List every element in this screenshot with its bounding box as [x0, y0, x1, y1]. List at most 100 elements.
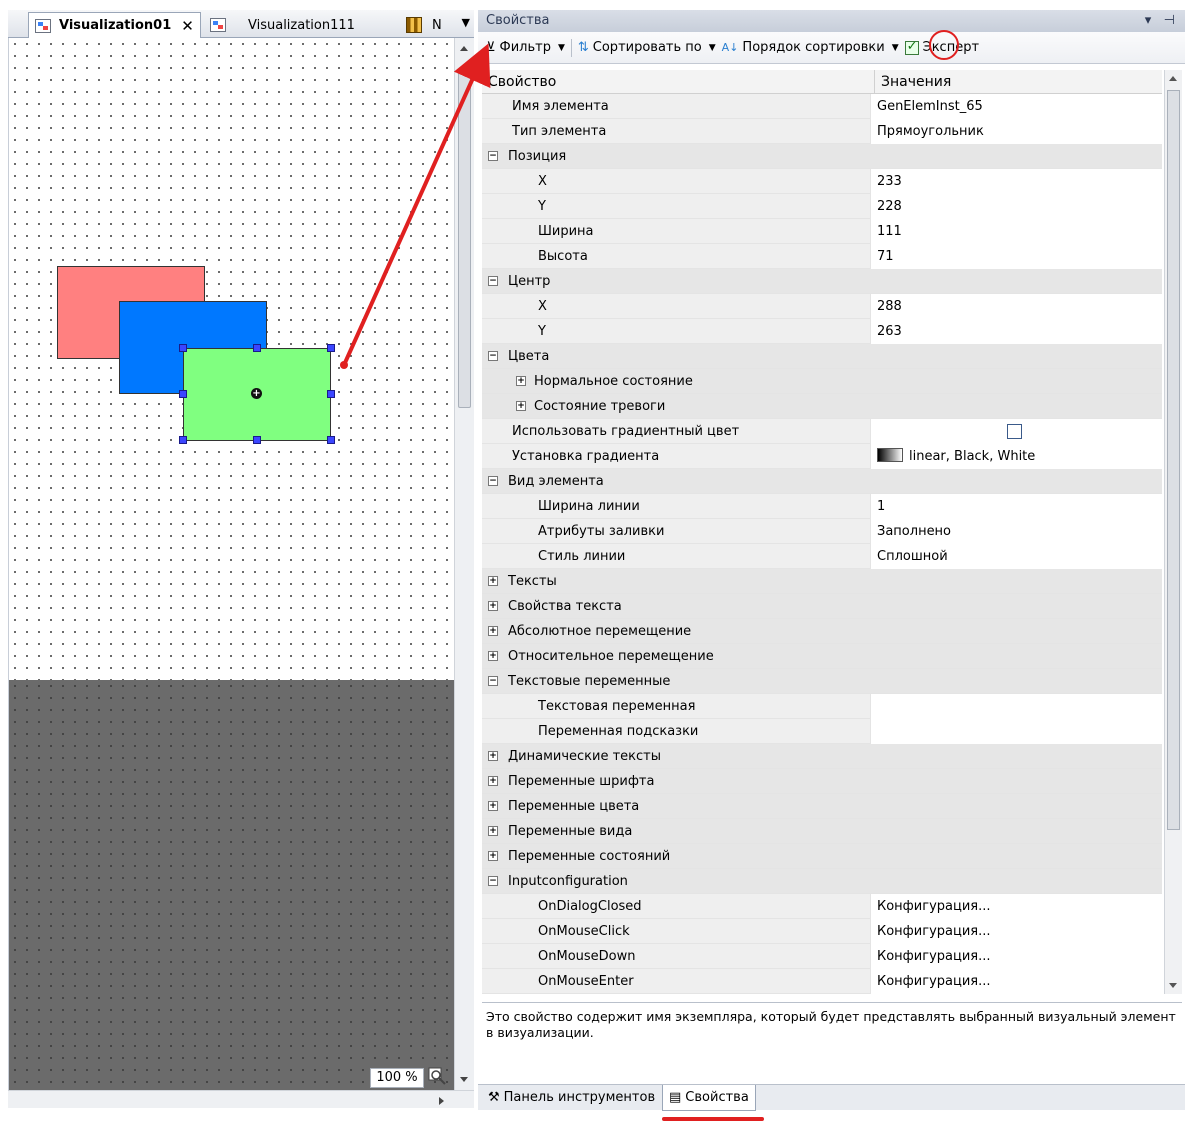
- visualization-canvas[interactable]: +: [8, 38, 455, 1090]
- tab-overflow-chevron-icon[interactable]: ▼: [462, 16, 470, 29]
- property-row[interactable]: + Переменные цвета: [482, 794, 1162, 819]
- property-row[interactable]: Стиль линии Сплошной: [482, 544, 1162, 569]
- property-row[interactable]: + Абсолютное перемещение: [482, 619, 1162, 644]
- property-row[interactable]: OnMouseClick Конфигурация...: [482, 919, 1162, 944]
- property-value[interactable]: Прямоугольник: [870, 119, 1162, 144]
- center-point-icon[interactable]: +: [251, 388, 262, 399]
- property-row[interactable]: + Динамические тексты: [482, 744, 1162, 769]
- property-row[interactable]: OnDialogClosed Конфигурация...: [482, 894, 1162, 919]
- property-value[interactable]: Конфигурация...: [870, 944, 1162, 969]
- expand-icon[interactable]: +: [488, 626, 498, 636]
- scroll-up-icon[interactable]: [460, 46, 468, 51]
- editor-horizontal-scrollbar[interactable]: [8, 1090, 474, 1108]
- expand-icon[interactable]: +: [488, 801, 498, 811]
- property-row[interactable]: Тип элемента Прямоугольник: [482, 119, 1162, 144]
- property-row[interactable]: Установка градиента linear, Black, White: [482, 444, 1162, 469]
- property-row[interactable]: + Тексты: [482, 569, 1162, 594]
- tab-properties[interactable]: ▤ Свойства: [662, 1085, 756, 1111]
- property-row[interactable]: Y 263: [482, 319, 1162, 344]
- scroll-up-icon[interactable]: [1169, 76, 1177, 81]
- expand-icon[interactable]: +: [488, 601, 498, 611]
- collapse-icon[interactable]: −: [488, 151, 498, 161]
- property-grid-scrollbar[interactable]: [1164, 70, 1182, 994]
- property-value[interactable]: 228: [870, 194, 1162, 219]
- property-value[interactable]: Заполнено: [870, 519, 1162, 544]
- property-value[interactable]: 71: [870, 244, 1162, 269]
- column-header-value[interactable]: Значения: [874, 70, 1164, 94]
- resize-handle-e[interactable]: [327, 390, 335, 398]
- property-row[interactable]: − Цвета: [482, 344, 1162, 369]
- resize-handle-n[interactable]: [253, 344, 261, 352]
- scroll-down-icon[interactable]: [460, 1077, 468, 1082]
- collapse-icon[interactable]: −: [488, 676, 498, 686]
- panel-controls[interactable]: ▾ ⊣: [1145, 10, 1175, 32]
- scroll-right-icon[interactable]: [439, 1097, 444, 1105]
- property-value[interactable]: [870, 419, 1162, 444]
- property-value[interactable]: linear, Black, White: [870, 444, 1162, 469]
- scrollbar-thumb[interactable]: [458, 68, 471, 408]
- column-header-property[interactable]: Свойство: [488, 70, 556, 94]
- collapse-icon[interactable]: −: [488, 876, 498, 886]
- property-value[interactable]: 233: [870, 169, 1162, 194]
- resize-handle-sw[interactable]: [179, 436, 187, 444]
- property-row[interactable]: + Переменные вида: [482, 819, 1162, 844]
- scroll-down-icon[interactable]: [1169, 983, 1177, 988]
- property-row[interactable]: + Переменные состояний: [482, 844, 1162, 869]
- property-row[interactable]: Ширина линии 1: [482, 494, 1162, 519]
- property-value[interactable]: 288: [870, 294, 1162, 319]
- property-row[interactable]: + Свойства текста: [482, 594, 1162, 619]
- filter-button[interactable]: ⊻ Фильтр ▼: [486, 40, 565, 55]
- property-value[interactable]: Конфигурация...: [870, 894, 1162, 919]
- property-value[interactable]: Сплошной: [870, 544, 1162, 569]
- expert-checkbox[interactable]: [904, 39, 919, 55]
- property-row[interactable]: − Позиция: [482, 144, 1162, 169]
- property-row[interactable]: OnMouseEnter Конфигурация...: [482, 969, 1162, 994]
- gradient-checkbox[interactable]: [1007, 424, 1022, 439]
- property-row[interactable]: OnMouseDown Конфигурация...: [482, 944, 1162, 969]
- expand-icon[interactable]: +: [488, 751, 498, 761]
- property-row[interactable]: − Центр: [482, 269, 1162, 294]
- property-row[interactable]: Ширина 111: [482, 219, 1162, 244]
- property-row[interactable]: Атрибуты заливки Заполнено: [482, 519, 1162, 544]
- property-value[interactable]: GenElemInst_65: [870, 94, 1162, 119]
- resize-handle-ne[interactable]: [327, 344, 335, 352]
- expand-icon[interactable]: +: [516, 376, 526, 386]
- tab-visualization111[interactable]: Visualization111: [204, 12, 361, 38]
- property-value[interactable]: [870, 719, 1162, 744]
- expand-icon[interactable]: +: [488, 576, 498, 586]
- property-row[interactable]: − Вид элемента: [482, 469, 1162, 494]
- expand-icon[interactable]: +: [488, 651, 498, 661]
- resize-handle-se[interactable]: [327, 436, 335, 444]
- zoom-level[interactable]: 100 %: [370, 1068, 424, 1088]
- property-row[interactable]: Высота 71: [482, 244, 1162, 269]
- resize-handle-w[interactable]: [179, 390, 187, 398]
- property-row[interactable]: Текстовая переменная: [482, 694, 1162, 719]
- collapse-icon[interactable]: −: [488, 276, 498, 286]
- property-row[interactable]: X 288: [482, 294, 1162, 319]
- tab-visualization01[interactable]: Visualization01 ✕: [28, 12, 201, 38]
- collapse-icon[interactable]: −: [488, 351, 498, 361]
- expand-icon[interactable]: +: [488, 851, 498, 861]
- scrollbar-thumb[interactable]: [1167, 90, 1180, 830]
- property-row[interactable]: Имя элемента GenElemInst_65: [482, 94, 1162, 119]
- property-row[interactable]: Y 228: [482, 194, 1162, 219]
- resize-handle-s[interactable]: [253, 436, 261, 444]
- property-row[interactable]: Использовать градиентный цвет: [482, 419, 1162, 444]
- tab-library[interactable]: N: [400, 12, 448, 38]
- property-value[interactable]: Конфигурация...: [870, 919, 1162, 944]
- property-value[interactable]: 263: [870, 319, 1162, 344]
- property-value[interactable]: [870, 694, 1162, 719]
- property-value[interactable]: 111: [870, 219, 1162, 244]
- sort-by-button[interactable]: ⇅ Сортировать по ▼: [578, 40, 716, 55]
- property-row[interactable]: − Текстовые переменные: [482, 669, 1162, 694]
- expand-icon[interactable]: +: [516, 401, 526, 411]
- property-row[interactable]: X 233: [482, 169, 1162, 194]
- sort-order-button[interactable]: A↓ Порядок сортировки ▼: [722, 40, 899, 55]
- property-row[interactable]: + Состояние тревоги: [482, 394, 1162, 419]
- expand-icon[interactable]: +: [488, 776, 498, 786]
- expand-icon[interactable]: +: [488, 826, 498, 836]
- close-icon[interactable]: ✕: [181, 17, 194, 35]
- property-value[interactable]: Конфигурация...: [870, 969, 1162, 994]
- zoom-icon[interactable]: [428, 1067, 448, 1087]
- property-row[interactable]: + Нормальное состояние: [482, 369, 1162, 394]
